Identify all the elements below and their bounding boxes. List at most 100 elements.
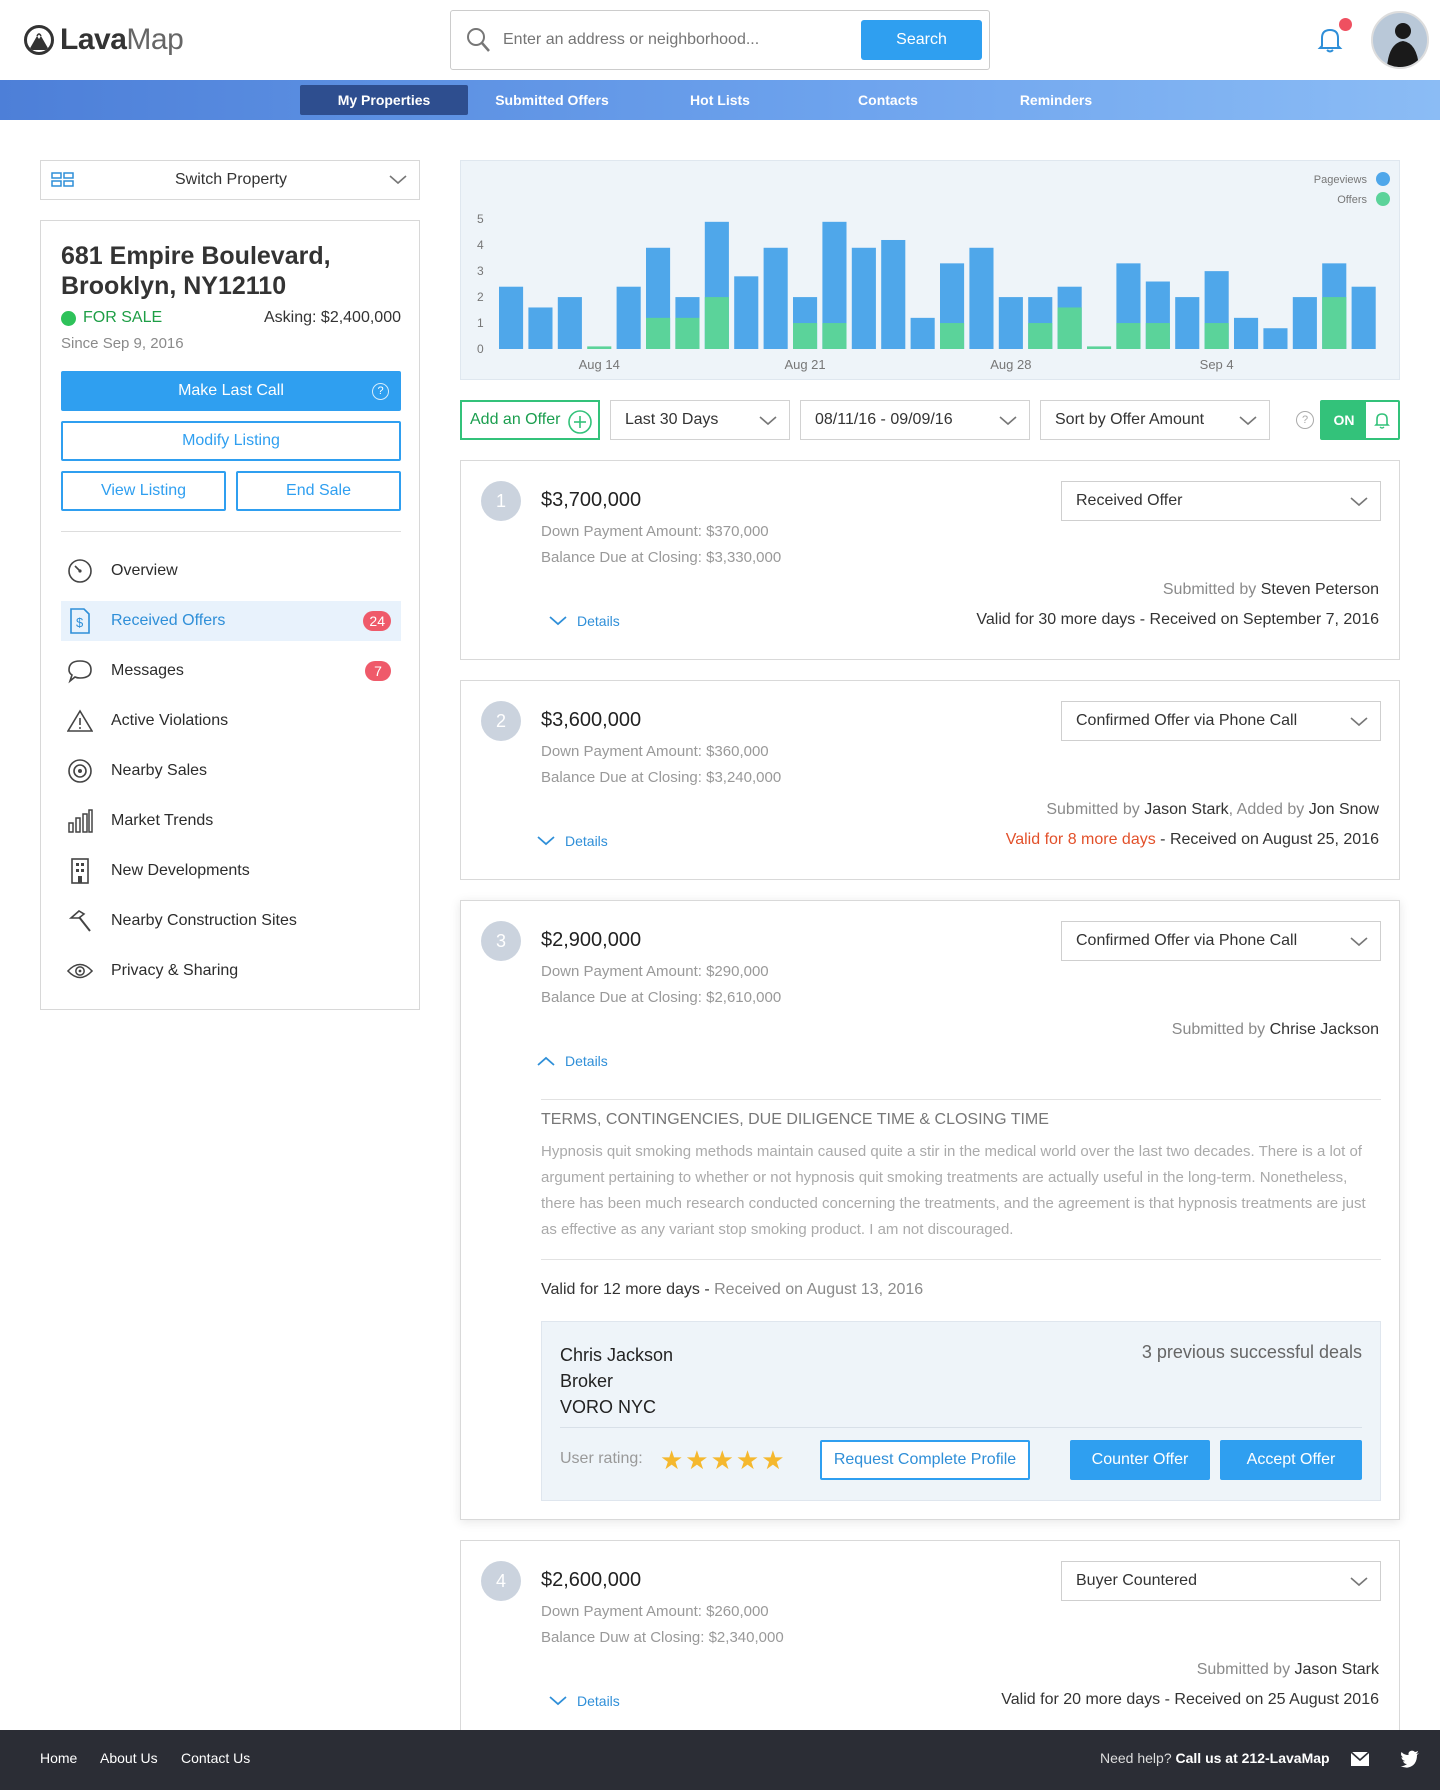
menu-item-new-developments[interactable]: New Developments bbox=[61, 851, 401, 891]
eye-icon bbox=[67, 958, 93, 984]
broker-card: Chris Jackson Broker VORO NYC 3 previous… bbox=[541, 1321, 1381, 1501]
modify-listing-button[interactable]: Modify Listing bbox=[61, 421, 401, 461]
pageviews-bar bbox=[1175, 297, 1200, 349]
search-button[interactable]: Search bbox=[861, 20, 982, 60]
add-offer-button[interactable]: Add an Offer bbox=[460, 400, 600, 440]
menu-item-messages[interactable]: Messages 7 bbox=[61, 651, 401, 691]
property-panel: 681 Empire Boulevard, Brooklyn, NY12110 … bbox=[40, 220, 420, 1010]
property-address: 681 Empire Boulevard, Brooklyn, NY12110 bbox=[61, 242, 331, 300]
sort-dropdown[interactable]: Sort by Offer Amount bbox=[1040, 400, 1270, 440]
submitter-name[interactable]: Jason Stark bbox=[1295, 1661, 1379, 1678]
offer-status-dropdown[interactable]: Confirmed Offer via Phone Call bbox=[1061, 701, 1381, 741]
submitted-by: Submitted by Jason Stark bbox=[1196, 1661, 1379, 1678]
range-label: Last 30 Days bbox=[625, 411, 719, 428]
sale-status-text: FOR SALE bbox=[83, 309, 163, 326]
offer-number: 1 bbox=[481, 481, 521, 521]
broker-deals: 3 previous successful deals bbox=[1141, 1342, 1362, 1362]
broker-name[interactable]: Chris Jackson bbox=[560, 1342, 673, 1368]
pageviews-bar bbox=[969, 247, 994, 349]
search-icon bbox=[467, 28, 490, 52]
footer-link-about[interactable]: About Us bbox=[100, 1750, 158, 1766]
notifications-toggle[interactable]: ON bbox=[1320, 400, 1400, 440]
date-range-dropdown[interactable]: 08/11/16 - 09/09/16 bbox=[800, 400, 1030, 440]
help-icon[interactable]: ? bbox=[1296, 411, 1314, 429]
balance-due: Balance Due at Closing: $2,610,000 bbox=[541, 989, 782, 1006]
offers-bar bbox=[940, 323, 965, 349]
y-tick-label: 4 bbox=[477, 238, 484, 252]
avatar[interactable] bbox=[1371, 11, 1429, 69]
offer-status-dropdown[interactable]: Received Offer bbox=[1061, 481, 1381, 521]
added-by-name[interactable]: Jon Snow bbox=[1309, 801, 1379, 818]
offers-toolbar: Add an Offer Last 30 Days 08/11/16 - 09/… bbox=[460, 400, 1400, 440]
divider bbox=[541, 1099, 1381, 1100]
menu-item-nearby-sales[interactable]: Nearby Sales bbox=[61, 751, 401, 791]
chevron-down-icon bbox=[999, 416, 1017, 426]
help-phone[interactable]: Call us at 212-LavaMap bbox=[1176, 1750, 1330, 1766]
offers-bar bbox=[1057, 307, 1082, 349]
footer-link-home[interactable]: Home bbox=[40, 1750, 77, 1766]
details-toggle[interactable]: Details bbox=[537, 833, 608, 849]
nav-contacts[interactable]: Contacts bbox=[804, 85, 972, 115]
menu-item-nearby-construction-sites[interactable]: Nearby Construction Sites bbox=[61, 901, 401, 941]
menu-item-received-offers[interactable]: $ Received Offers 24 bbox=[61, 601, 401, 641]
volcano-logo-icon bbox=[24, 25, 54, 55]
request-profile-button[interactable]: Request Complete Profile bbox=[820, 1440, 1030, 1480]
logo[interactable]: LavaMap bbox=[24, 23, 184, 56]
details-toggle[interactable]: Details bbox=[549, 1693, 620, 1709]
nav-my-properties[interactable]: My Properties bbox=[300, 85, 468, 115]
offer-status-dropdown[interactable]: Confirmed Offer via Phone Call bbox=[1061, 921, 1381, 961]
offers-bar bbox=[1145, 323, 1170, 349]
menu-label: Messages bbox=[111, 662, 184, 679]
submitter-name[interactable]: Chrise Jackson bbox=[1270, 1021, 1379, 1038]
bell-icon[interactable] bbox=[1317, 26, 1343, 54]
gauge-icon bbox=[67, 558, 93, 584]
view-listing-button[interactable]: View Listing bbox=[61, 471, 226, 511]
menu-item-overview[interactable]: Overview bbox=[61, 551, 401, 591]
nav-hot-lists[interactable]: Hot Lists bbox=[636, 85, 804, 115]
switch-property-dropdown[interactable]: Switch Property bbox=[40, 160, 420, 200]
help-icon[interactable]: ? bbox=[372, 383, 389, 400]
details-toggle[interactable]: Details bbox=[537, 1053, 608, 1069]
offer-card: 4 $2,600,000 Down Payment Amount: $260,0… bbox=[460, 1540, 1400, 1740]
submitter-name[interactable]: Steven Peterson bbox=[1261, 581, 1379, 598]
validity: Valid for 12 more days - Received on Aug… bbox=[541, 1281, 924, 1298]
twitter-icon[interactable] bbox=[1400, 1750, 1420, 1768]
counter-offer-button[interactable]: Counter Offer bbox=[1070, 1440, 1210, 1480]
property-menu: Overview $ Received Offers 24 Messages 7… bbox=[61, 551, 401, 1001]
legend-swatch bbox=[1376, 172, 1390, 186]
make-last-call-button[interactable]: Make Last Call? bbox=[61, 371, 401, 411]
end-sale-button[interactable]: End Sale bbox=[236, 471, 401, 511]
divider bbox=[541, 1259, 1381, 1260]
chevron-down-icon bbox=[1350, 1577, 1368, 1587]
menu-item-active-violations[interactable]: Active Violations bbox=[61, 701, 401, 741]
offer-card-expanded: 3 $2,900,000 Down Payment Amount: $290,0… bbox=[460, 900, 1400, 1520]
y-tick-label: 1 bbox=[477, 316, 484, 330]
menu-item-privacy-sharing[interactable]: Privacy & Sharing bbox=[61, 951, 401, 991]
footer-link-contact[interactable]: Contact Us bbox=[181, 1750, 250, 1766]
range-dropdown[interactable]: Last 30 Days bbox=[610, 400, 790, 440]
activity-chart-svg: 0 1 2 3 4 5 Aug 14 Aug 21 Aug 28 Sep 4 Pageviews Of… bbox=[477, 172, 1390, 372]
pageviews-bar bbox=[1234, 317, 1259, 349]
accept-offer-button[interactable]: Accept Offer bbox=[1220, 1440, 1362, 1480]
offers-bar bbox=[1322, 297, 1347, 349]
menu-item-market-trends[interactable]: Market Trends bbox=[61, 801, 401, 841]
y-tick-label: 0 bbox=[477, 342, 484, 356]
pageviews-bar bbox=[763, 247, 788, 349]
notification-dot bbox=[1339, 18, 1352, 31]
bell-icon bbox=[1374, 413, 1390, 429]
offer-status-dropdown[interactable]: Buyer Countered bbox=[1061, 1561, 1381, 1601]
chevron-up-icon bbox=[537, 1056, 555, 1066]
menu-label: Nearby Sales bbox=[111, 762, 208, 779]
mail-icon[interactable] bbox=[1350, 1751, 1370, 1767]
nav-reminders[interactable]: Reminders bbox=[972, 85, 1140, 115]
search-input[interactable] bbox=[503, 25, 843, 55]
submitter-name[interactable]: Jason Stark bbox=[1144, 801, 1228, 818]
submitted-by: Submitted by Chrise Jackson bbox=[1171, 1021, 1379, 1038]
details-toggle[interactable]: Details bbox=[549, 613, 620, 629]
nav-submitted-offers[interactable]: Submitted Offers bbox=[468, 85, 636, 115]
asking-price: Asking: $2,400,000 bbox=[264, 309, 401, 326]
pageviews-bar bbox=[528, 307, 553, 349]
listed-since: Since Sep 9, 2016 bbox=[61, 335, 184, 352]
x-tick-label: Sep 4 bbox=[1200, 357, 1234, 372]
menu-label: Privacy & Sharing bbox=[111, 962, 239, 979]
